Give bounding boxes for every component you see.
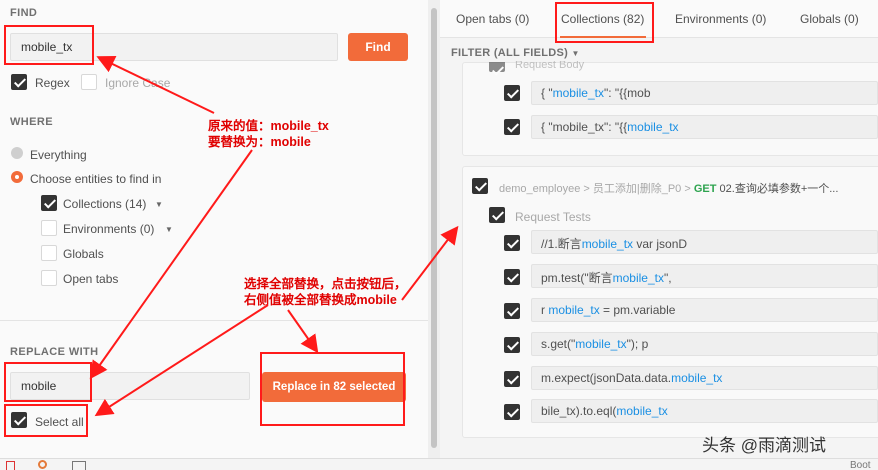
find-replace-icon[interactable]	[38, 460, 47, 469]
arrow-to-find-input	[96, 55, 215, 114]
status-bar	[0, 458, 878, 470]
annotation-arrows	[89, 55, 459, 417]
console-icon[interactable]	[72, 461, 86, 470]
watermark: 头条 @雨滴测试	[702, 436, 826, 455]
arrow-to-results	[401, 225, 459, 301]
sidebar-toggle-icon[interactable]	[6, 461, 15, 470]
bootcamp-link[interactable]: Boot	[850, 460, 871, 470]
arrow-to-select-all	[94, 304, 269, 417]
arrow-to-replace-button	[287, 309, 319, 354]
arrow-to-replace-input	[89, 149, 253, 380]
